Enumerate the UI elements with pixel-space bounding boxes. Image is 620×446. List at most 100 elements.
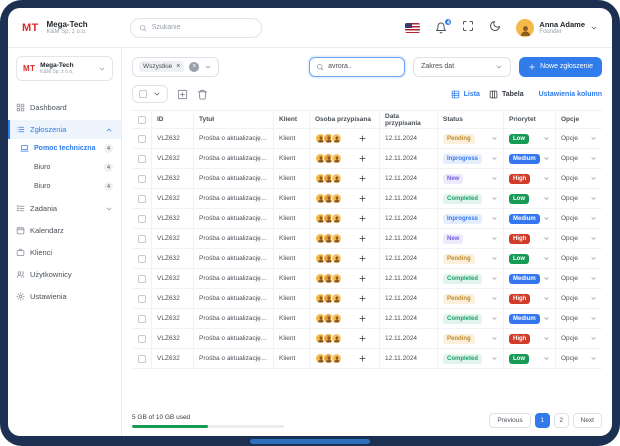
status-select[interactable]: Inprogress: [438, 149, 504, 168]
row-checkbox[interactable]: [138, 235, 146, 243]
select-all-control[interactable]: [132, 85, 168, 103]
row-checkbox[interactable]: [138, 275, 146, 283]
priority-select[interactable]: Medium: [504, 149, 556, 168]
priority-select[interactable]: Low: [504, 349, 556, 368]
priority-select[interactable]: Low: [504, 249, 556, 268]
row-options-button[interactable]: Opcje: [556, 269, 602, 288]
notifications-button[interactable]: 4: [435, 22, 447, 34]
add-assignee-button[interactable]: [358, 254, 367, 263]
global-search[interactable]: [130, 18, 262, 38]
row-options-button[interactable]: Opcje: [556, 209, 602, 228]
priority-select[interactable]: High: [504, 289, 556, 308]
pagination-previous-button[interactable]: Previous: [489, 413, 530, 428]
view-toggle-list[interactable]: Lista: [451, 90, 480, 99]
filter-multiselect[interactable]: Wszystkie × ×: [132, 57, 219, 77]
priority-select[interactable]: High: [504, 169, 556, 188]
row-checkbox[interactable]: [138, 355, 146, 363]
row-options-button[interactable]: Opcje: [556, 349, 602, 368]
clear-filters-icon[interactable]: ×: [189, 62, 199, 72]
view-toggle-table[interactable]: Tabela: [489, 90, 524, 99]
sidebar-item-zgłoszenia[interactable]: Zgłoszenia: [8, 120, 121, 139]
status-select[interactable]: New: [438, 229, 504, 248]
sidebar-item-pomoc-techniczna[interactable]: Pomoc techniczna4: [8, 139, 121, 158]
workspace-selector[interactable]: MT Mega-Tech K&M Sp. z o.o.: [16, 56, 113, 81]
row-options-button[interactable]: Opcje: [556, 309, 602, 328]
add-assignee-button[interactable]: [358, 234, 367, 243]
sidebar-item-klienci[interactable]: Klienci: [8, 243, 121, 262]
date-range-select[interactable]: Zakres dat: [413, 57, 511, 77]
row-options-button[interactable]: Opcje: [556, 189, 602, 208]
priority-select[interactable]: High: [504, 229, 556, 248]
sidebar-item-ustawienia[interactable]: Ustawienia: [8, 287, 121, 306]
status-select[interactable]: Completed: [438, 189, 504, 208]
priority-select[interactable]: Medium: [504, 269, 556, 288]
row-options-button[interactable]: Opcje: [556, 129, 602, 148]
remove-filter-icon[interactable]: ×: [176, 63, 180, 70]
select-all-checkbox[interactable]: [139, 90, 147, 98]
assignees-cell: [310, 229, 380, 248]
user-menu[interactable]: Anna Adame Founder: [516, 19, 598, 37]
ticket-search-input[interactable]: [328, 63, 398, 70]
sidebar-item-kalendarz[interactable]: Kalendarz: [8, 221, 121, 240]
new-ticket-button[interactable]: Nowe zgłoszenie: [519, 57, 602, 77]
status-select[interactable]: Pending: [438, 289, 504, 308]
sidebar-item-zadania[interactable]: Zadania: [8, 199, 121, 218]
add-assignee-button[interactable]: [358, 194, 367, 203]
assignees-cell: [310, 129, 380, 148]
priority-select[interactable]: Medium: [504, 309, 556, 328]
add-assignee-button[interactable]: [358, 154, 367, 163]
row-options-button[interactable]: Opcje: [556, 329, 602, 348]
status-select[interactable]: Pending: [438, 249, 504, 268]
add-to-selection-button[interactable]: [177, 89, 188, 100]
pagination-next-button[interactable]: Next: [573, 413, 602, 428]
header-checkbox[interactable]: [138, 116, 146, 124]
row-options-button[interactable]: Opcje: [556, 229, 602, 248]
sidebar-item-użytkownicy[interactable]: Użytkownicy: [8, 265, 121, 284]
status-select[interactable]: Completed: [438, 309, 504, 328]
status-select[interactable]: Pending: [438, 329, 504, 348]
pagination-page-2[interactable]: 2: [554, 413, 569, 428]
sidebar-item-biuro[interactable]: Biuro4: [8, 158, 121, 177]
priority-select[interactable]: High: [504, 329, 556, 348]
fullscreen-button[interactable]: [462, 19, 474, 37]
column-settings-button[interactable]: Ustawienia kolumn: [539, 91, 602, 98]
add-assignee-button[interactable]: [358, 294, 367, 303]
status-select[interactable]: Pending: [438, 129, 504, 148]
priority-select[interactable]: Low: [504, 129, 556, 148]
status-select[interactable]: Completed: [438, 349, 504, 368]
dark-mode-button[interactable]: [489, 19, 501, 37]
row-options-button[interactable]: Opcje: [556, 169, 602, 188]
add-assignee-button[interactable]: [358, 314, 367, 323]
row-options-button[interactable]: Opcje: [556, 149, 602, 168]
add-assignee-button[interactable]: [358, 274, 367, 283]
add-assignee-button[interactable]: [358, 334, 367, 343]
status-select[interactable]: Inprogress: [438, 209, 504, 228]
add-assignee-button[interactable]: [358, 354, 367, 363]
pagination-page-1[interactable]: 1: [535, 413, 550, 428]
row-checkbox[interactable]: [138, 315, 146, 323]
row-checkbox[interactable]: [138, 155, 146, 163]
add-assignee-button[interactable]: [358, 134, 367, 143]
row-options-button[interactable]: Opcje: [556, 289, 602, 308]
row-checkbox[interactable]: [138, 295, 146, 303]
priority-select[interactable]: Low: [504, 189, 556, 208]
row-checkbox[interactable]: [138, 135, 146, 143]
language-flag-icon[interactable]: [405, 23, 420, 33]
row-checkbox[interactable]: [138, 175, 146, 183]
row-checkbox[interactable]: [138, 335, 146, 343]
row-checkbox[interactable]: [138, 215, 146, 223]
row-checkbox[interactable]: [138, 255, 146, 263]
row-checkbox[interactable]: [138, 195, 146, 203]
global-search-input[interactable]: [152, 24, 253, 31]
support-icon: [20, 144, 29, 153]
sidebar-item-dashboard[interactable]: Dashboard: [8, 98, 121, 117]
status-select[interactable]: New: [438, 169, 504, 188]
priority-select[interactable]: Medium: [504, 209, 556, 228]
status-select[interactable]: Completed: [438, 269, 504, 288]
add-assignee-button[interactable]: [358, 174, 367, 183]
sidebar-item-biuro[interactable]: Biuro4: [8, 177, 121, 196]
ticket-search[interactable]: [309, 57, 405, 77]
add-assignee-button[interactable]: [358, 214, 367, 223]
row-options-button[interactable]: Opcje: [556, 249, 602, 268]
delete-button[interactable]: [197, 89, 208, 100]
